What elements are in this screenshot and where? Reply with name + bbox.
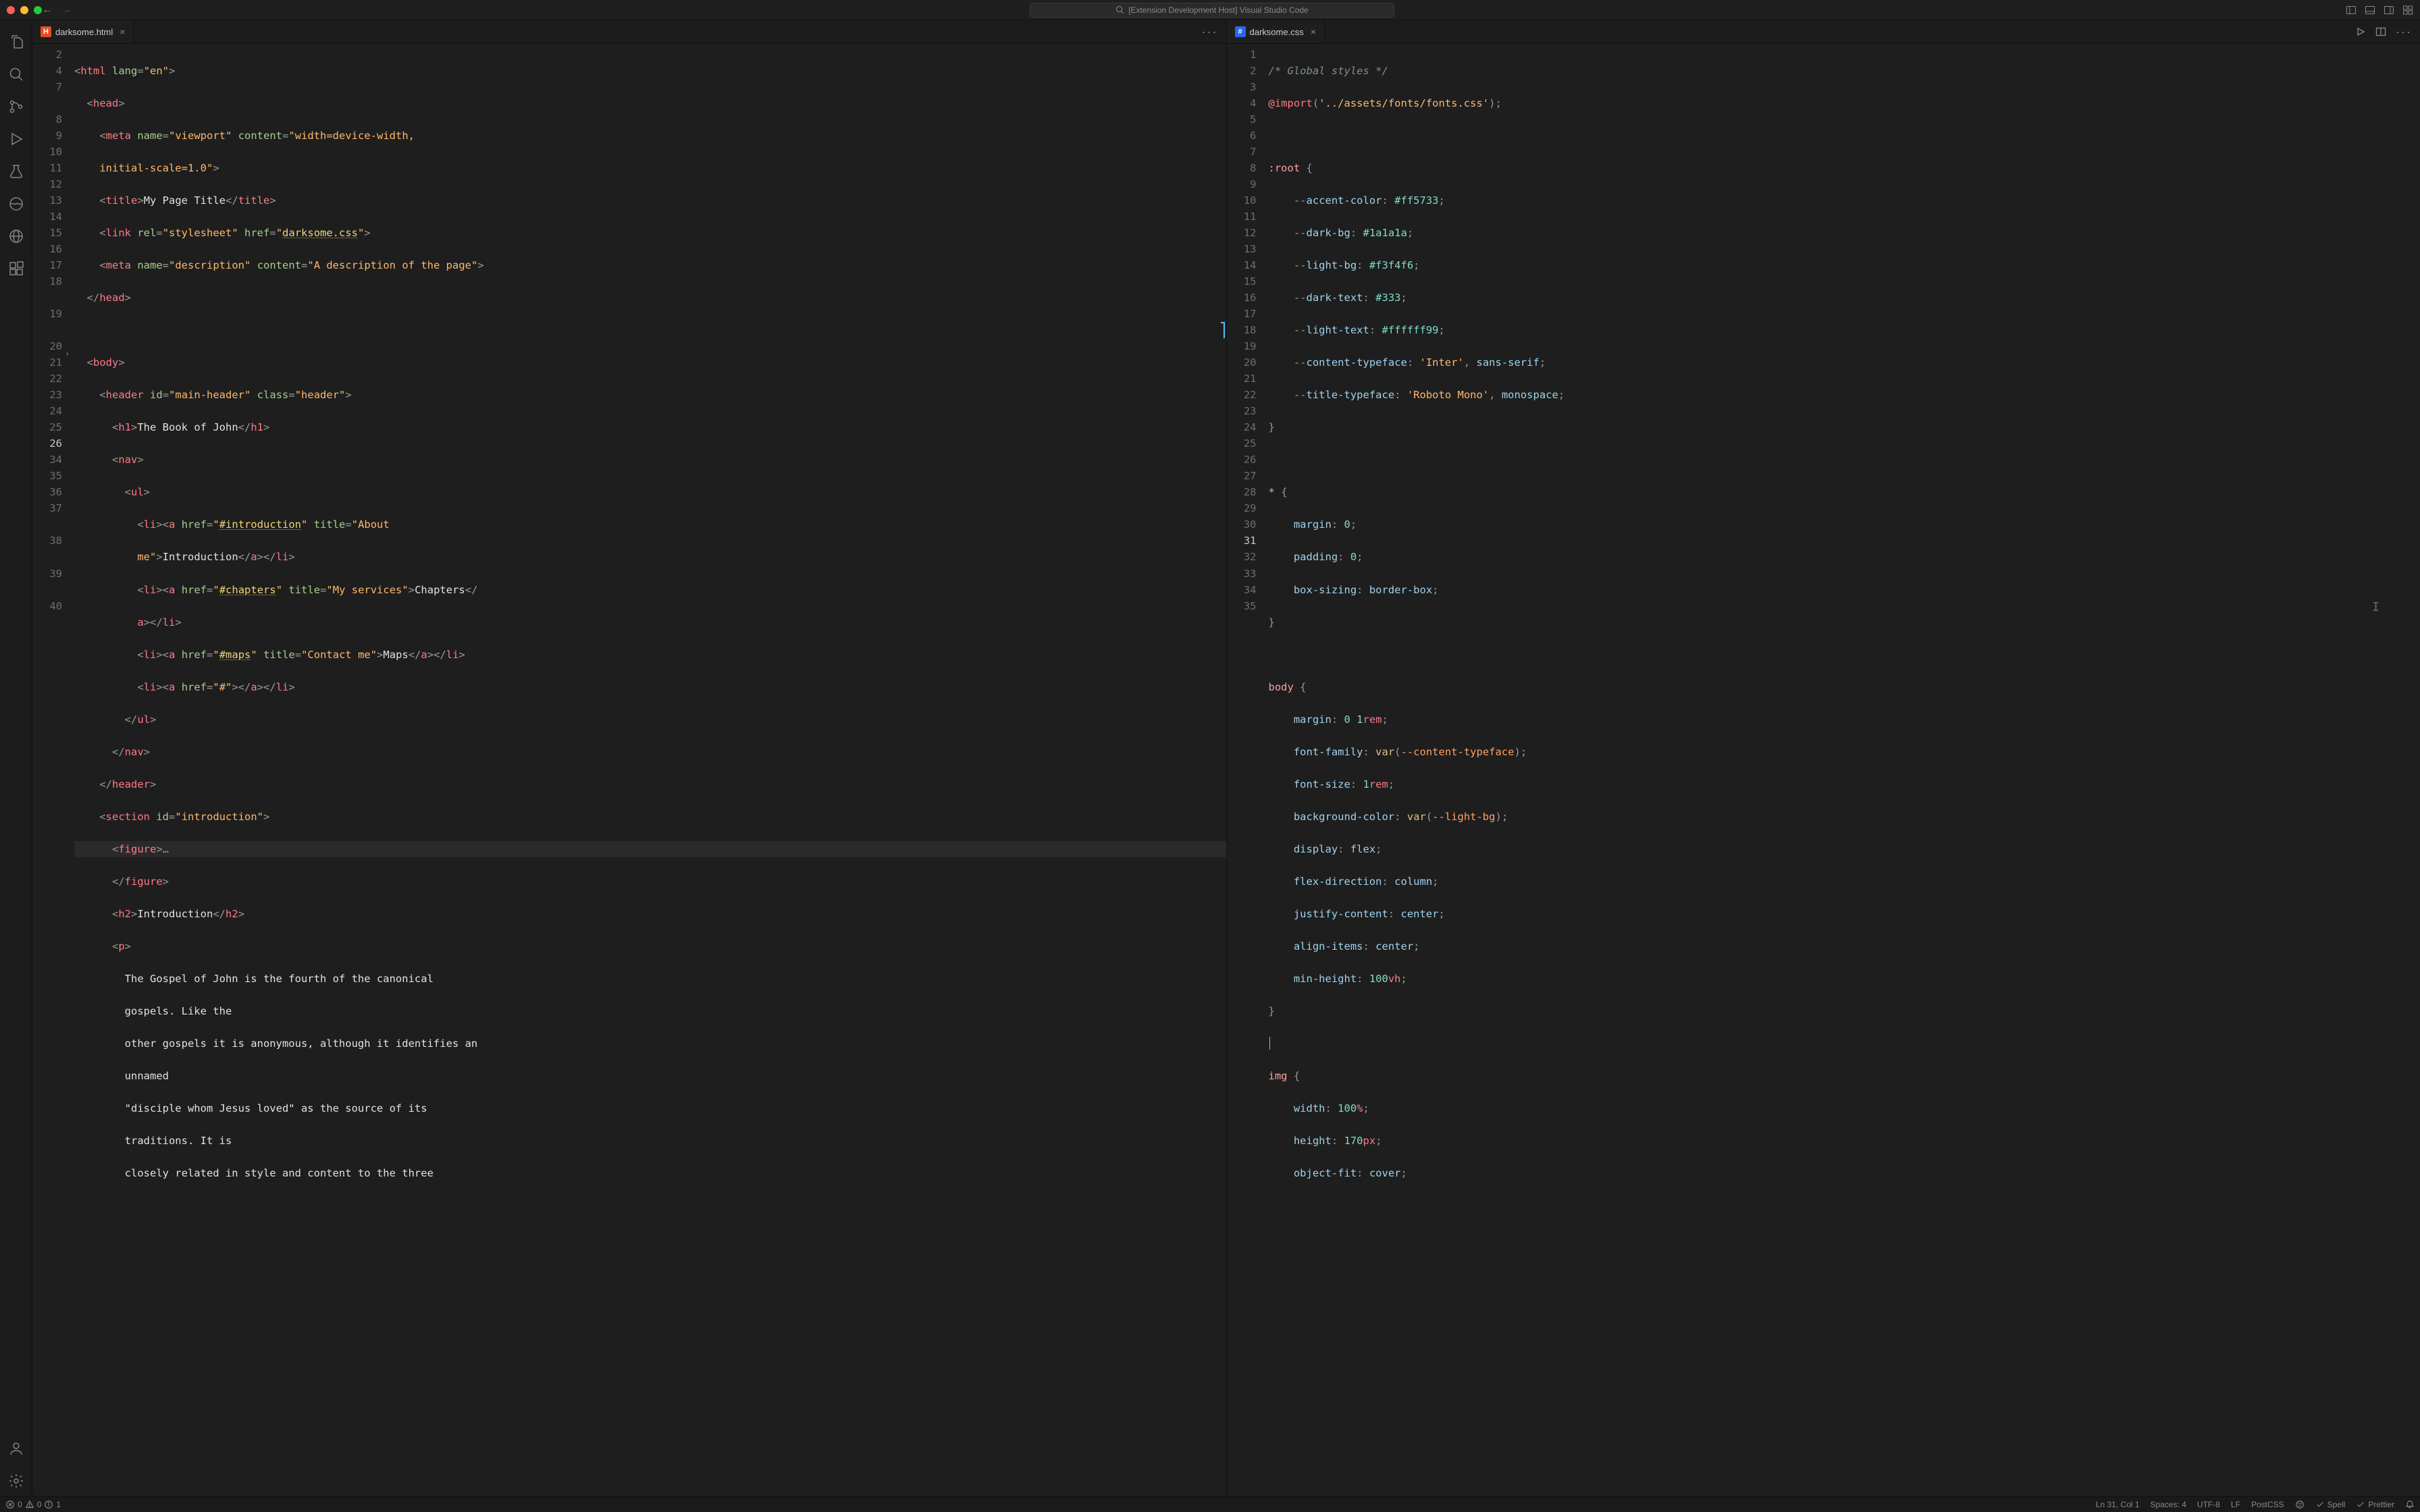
- close-icon[interactable]: ×: [120, 26, 125, 37]
- status-language[interactable]: PostCSS: [2251, 1500, 2284, 1509]
- status-feedback[interactable]: [2295, 1500, 2305, 1509]
- editor-group-left: H darksome.html × ··· 247 89101112131415…: [32, 20, 1227, 1496]
- timeline-icon[interactable]: [0, 189, 32, 219]
- status-notifications[interactable]: [2405, 1500, 2415, 1509]
- minimize-window-icon[interactable]: [20, 6, 28, 14]
- tab-bar-right: # darksome.css × ···: [1227, 20, 2420, 44]
- status-bar: 0 0 1 Ln 31, Col 1 Spaces: 4 UTF-8 LF Po…: [0, 1496, 2420, 1512]
- code-editor-right[interactable]: 1234567891011121314151617181920212223242…: [1227, 44, 2420, 1496]
- info-icon: [44, 1500, 53, 1509]
- tab-darksome-html[interactable]: H darksome.html ×: [32, 20, 134, 43]
- maximize-window-icon[interactable]: [34, 6, 42, 14]
- tab-label: darksome.html: [55, 27, 113, 37]
- status-eol[interactable]: LF: [2231, 1500, 2240, 1509]
- editor-group-right: # darksome.css × ··· 1234567891011121314…: [1227, 20, 2420, 1496]
- error-icon: [5, 1500, 15, 1509]
- status-encoding[interactable]: UTF-8: [2197, 1500, 2220, 1509]
- status-spell[interactable]: Spell: [2315, 1500, 2346, 1509]
- nav-forward-icon[interactable]: →: [61, 5, 72, 16]
- titlebar: ← → [Extension Development Host] Visual …: [0, 0, 2420, 20]
- window-controls: [7, 6, 42, 14]
- extensions-icon[interactable]: [0, 254, 32, 284]
- source-control-icon[interactable]: [0, 92, 32, 122]
- close-icon[interactable]: ×: [1311, 26, 1316, 37]
- tab-label: darksome.css: [1250, 27, 1304, 37]
- run-debug-icon[interactable]: [0, 124, 32, 154]
- panel-bottom-icon[interactable]: [2365, 5, 2375, 16]
- status-spaces[interactable]: Spaces: 4: [2151, 1500, 2186, 1509]
- tab-darksome-css[interactable]: # darksome.css ×: [1227, 20, 1325, 43]
- search-icon[interactable]: [0, 59, 32, 89]
- smiley-icon: [2295, 1500, 2305, 1509]
- text-cursor: [1269, 1037, 1271, 1050]
- run-icon[interactable]: [2355, 26, 2366, 37]
- more-actions-icon[interactable]: ···: [2396, 25, 2412, 39]
- panel-left-icon[interactable]: [2346, 5, 2357, 16]
- nav-back-icon[interactable]: ←: [42, 5, 53, 16]
- testing-icon[interactable]: [0, 157, 32, 186]
- line-number-gutter: 1234567891011121314151617181920212223242…: [1227, 44, 1266, 1496]
- command-center-title: [Extension Development Host] Visual Stud…: [1128, 5, 1309, 15]
- close-window-icon[interactable]: [7, 6, 15, 14]
- warning-icon: [25, 1500, 34, 1509]
- activity-bar: [0, 20, 32, 1496]
- line-number-gutter: 247 89101112131415161718 19 202122232425…: [32, 44, 72, 1496]
- search-icon: [1115, 5, 1124, 14]
- status-problems[interactable]: 0 0 1: [5, 1500, 61, 1509]
- split-indicator-icon: [1221, 322, 1225, 338]
- code-editor-left[interactable]: 247 89101112131415161718 19 202122232425…: [32, 44, 1226, 1496]
- check-icon: [2315, 1500, 2325, 1509]
- html-file-icon: H: [41, 26, 51, 37]
- status-ln-col[interactable]: Ln 31, Col 1: [2096, 1500, 2140, 1509]
- customize-layout-icon[interactable]: [2402, 5, 2413, 16]
- bell-icon: [2405, 1500, 2415, 1509]
- more-actions-icon[interactable]: ···: [1202, 25, 1218, 39]
- command-center[interactable]: [Extension Development Host] Visual Stud…: [1030, 3, 1394, 18]
- split-editor-icon[interactable]: [2375, 26, 2386, 37]
- explorer-icon[interactable]: [0, 27, 32, 57]
- remote-explorer-icon[interactable]: [0, 221, 32, 251]
- accounts-icon[interactable]: [0, 1434, 32, 1463]
- status-prettier[interactable]: Prettier: [2356, 1500, 2394, 1509]
- tab-bar-left: H darksome.html × ···: [32, 20, 1226, 44]
- check-icon: [2356, 1500, 2365, 1509]
- css-file-icon: #: [1235, 26, 1246, 37]
- layout-controls: [2346, 5, 2413, 16]
- panel-right-icon[interactable]: [2384, 5, 2394, 16]
- settings-icon[interactable]: [0, 1466, 32, 1496]
